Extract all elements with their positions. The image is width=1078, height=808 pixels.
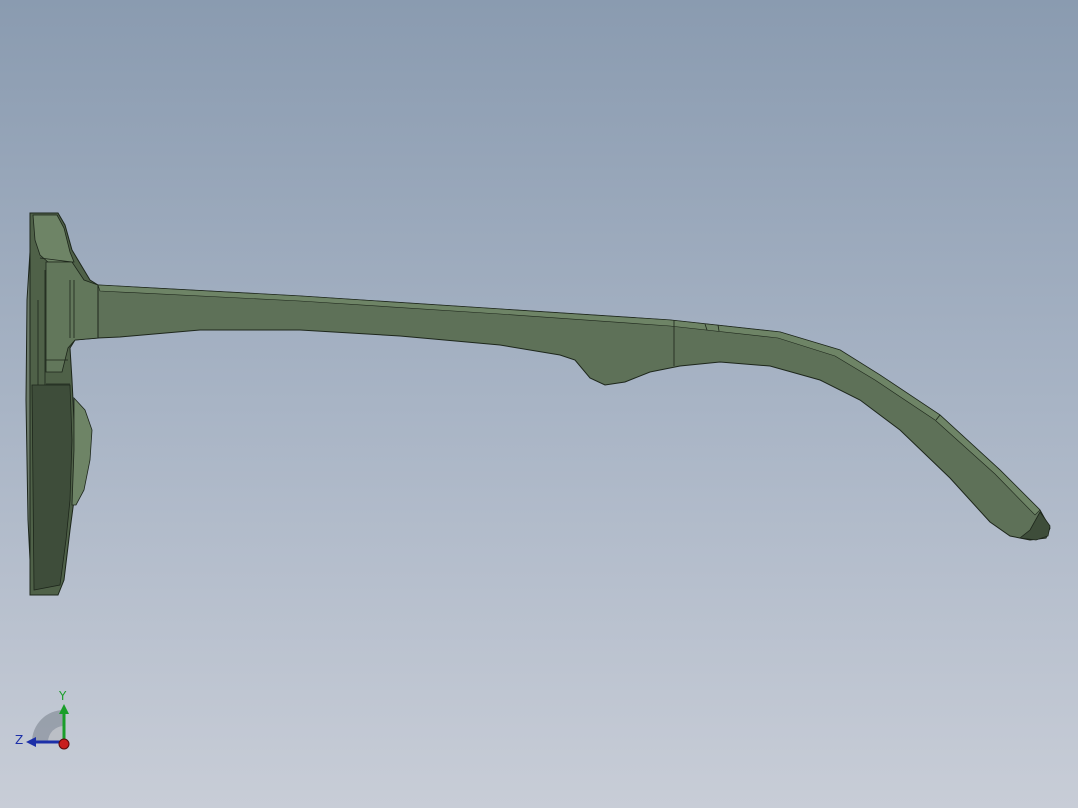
nose-pad [71, 396, 93, 506]
temple-arm[interactable] [97, 284, 1051, 541]
frame-hinge-face [45, 261, 99, 373]
triad-y-label: Y [58, 689, 67, 703]
triad-z-arrow [26, 737, 36, 747]
front-frame[interactable] [25, 212, 99, 596]
triad-z-label: Z [15, 733, 23, 747]
sunglasses-model[interactable] [0, 0, 1078, 808]
temple-body [97, 284, 1051, 541]
triad-y-arrow [59, 704, 69, 714]
graphics-viewport[interactable]: Y Z [0, 0, 1078, 808]
view-triad: Y Z [15, 689, 70, 750]
triad-x-axis-dot [58, 738, 70, 750]
